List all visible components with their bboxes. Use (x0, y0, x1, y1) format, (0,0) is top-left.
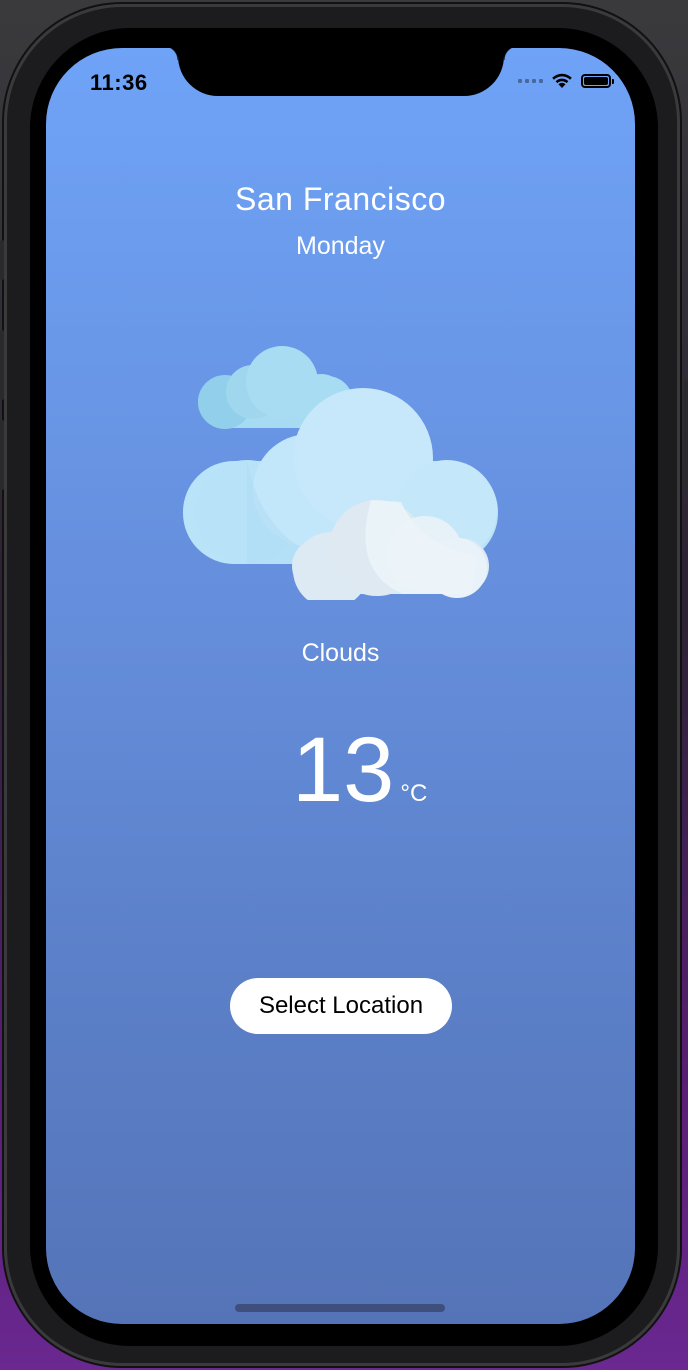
city-name: San Francisco (234, 181, 447, 217)
side-button-volume-up (0, 330, 4, 400)
day-label: Monday (296, 232, 385, 260)
wifi-icon (552, 73, 572, 88)
status-icons (518, 72, 614, 89)
battery-level (584, 76, 608, 85)
cellular-signal-icon (518, 78, 543, 83)
notch (164, 48, 518, 96)
side-button-power (684, 380, 688, 490)
app-screen: 11:36 San Francisco Monday Clouds 13 °C … (46, 48, 635, 1324)
clouds-icon (183, 346, 498, 600)
temperature-display: 13 °C (292, 724, 427, 816)
temperature-value: 13 (292, 719, 395, 821)
home-indicator[interactable] (235, 1304, 445, 1312)
battery-icon (581, 73, 614, 88)
temperature-unit: °C (400, 780, 428, 807)
select-location-button[interactable]: Select Location (230, 978, 452, 1034)
side-button-volume-down (0, 420, 4, 490)
weather-condition: Clouds (301, 639, 380, 667)
status-time: 11:36 (90, 70, 148, 95)
side-button-silent (0, 240, 4, 280)
